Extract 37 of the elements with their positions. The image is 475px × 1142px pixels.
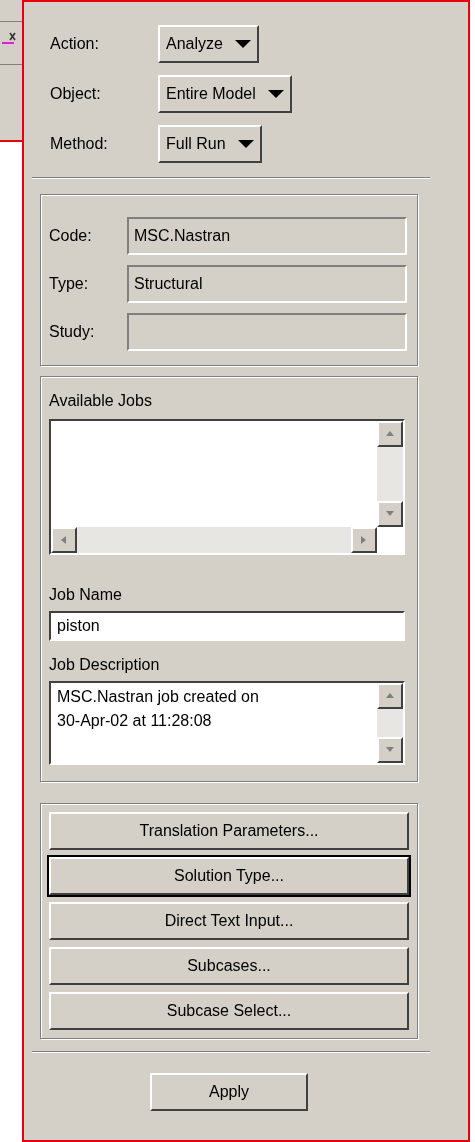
option-menu[interactable]: Analyze xyxy=(158,25,259,63)
scroll-up-button[interactable] xyxy=(377,683,403,709)
option-menu[interactable]: Full Run xyxy=(158,125,262,163)
dropdown-arrow-icon xyxy=(237,139,254,149)
scroll-up-arrow-icon xyxy=(385,691,395,701)
dropdown-arrow-icon xyxy=(234,39,251,49)
scroll-up-arrow-icon xyxy=(385,429,395,439)
field-label: Study: xyxy=(49,322,96,342)
scroll-down-button[interactable] xyxy=(377,737,403,763)
field-label: Available Jobs xyxy=(49,391,153,411)
action-button[interactable]: Subcase Select... xyxy=(49,992,409,1030)
action-button[interactable]: Solution Type... xyxy=(49,857,409,895)
field-label: Type: xyxy=(49,274,90,294)
read-only-field: MSC.Nastran xyxy=(127,217,407,255)
field-label: Job Name xyxy=(49,585,123,605)
field-label: Object: xyxy=(50,84,102,104)
action-button[interactable]: Subcases... xyxy=(49,947,409,985)
field-label: Action: xyxy=(50,34,100,54)
scroll-up-button[interactable] xyxy=(377,421,403,447)
field-label: Method: xyxy=(50,134,109,154)
description-text: MSC.Nastran job created on xyxy=(57,687,260,707)
job-description-field[interactable]: MSC.Nastran job created on 30-Apr-02 at 11:28:08 xyxy=(49,681,405,765)
option-menu[interactable]: Entire Model xyxy=(158,75,292,113)
action-button[interactable]: Direct Text Input... xyxy=(49,902,409,940)
field-label: Job Description xyxy=(49,655,161,675)
description-text: 30-Apr-02 at 11:28:08 xyxy=(57,711,213,731)
scroll-left-button[interactable] xyxy=(51,527,77,553)
read-only-field: Structural xyxy=(127,265,407,303)
action-button[interactable]: Translation Parameters... xyxy=(49,812,409,850)
job-name-field[interactable]: piston xyxy=(49,611,405,641)
scroll-down-button[interactable] xyxy=(377,501,403,527)
jobs-list[interactable] xyxy=(49,419,405,555)
scroll-left-arrow-icon xyxy=(59,535,69,545)
apply-button[interactable]: Apply xyxy=(150,1073,308,1111)
dropdown-arrow-icon xyxy=(267,89,284,99)
field-label: Code: xyxy=(49,226,93,246)
scroll-right-button[interactable] xyxy=(351,527,377,553)
